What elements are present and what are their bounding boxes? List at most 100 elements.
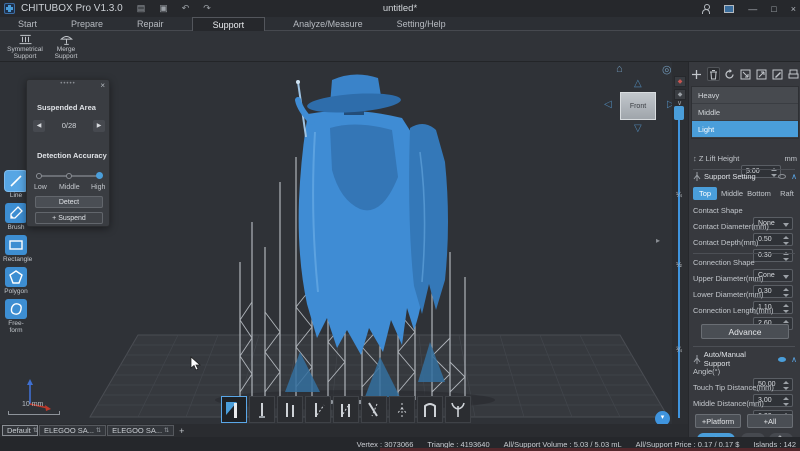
symmetrical-support-button[interactable]: Symmetrical Support bbox=[2, 32, 48, 61]
preset-heavy[interactable]: Heavy bbox=[692, 87, 798, 104]
detect-button[interactable]: Detect bbox=[35, 196, 103, 208]
tool-label: Brush bbox=[3, 224, 29, 231]
advance-button[interactable]: Advance bbox=[701, 324, 789, 339]
tab-bottom[interactable]: Bottom bbox=[745, 187, 773, 200]
printer-tab[interactable]: ELEGOO SA...⇅ bbox=[107, 425, 174, 436]
axis-gizmo bbox=[12, 378, 56, 414]
clip-slider-handle[interactable] bbox=[674, 106, 684, 120]
tab-analyze-measure[interactable]: Analyze/Measure bbox=[287, 17, 369, 31]
merge-support-button[interactable]: Merge Support bbox=[48, 32, 84, 61]
support-preset-thumbnail[interactable] bbox=[445, 396, 471, 423]
support-preset-thumbnail[interactable] bbox=[305, 396, 331, 423]
tab-repair[interactable]: Repair bbox=[131, 17, 170, 31]
rotate-up-icon[interactable]: △ bbox=[634, 78, 642, 89]
ribbon-button-label: Symmetrical bbox=[7, 46, 43, 53]
support-preset-thumbnail[interactable] bbox=[417, 396, 443, 423]
tab-prepare[interactable]: Prepare bbox=[65, 17, 109, 31]
tool-rectangle[interactable]: Rectangle bbox=[3, 235, 29, 263]
preset-middle[interactable]: Middle bbox=[692, 104, 798, 121]
next-area-button[interactable]: ▶ bbox=[93, 120, 105, 132]
visibility-eye-icon[interactable] bbox=[778, 174, 786, 179]
tool-free-form[interactable]: Free-form bbox=[3, 299, 29, 334]
support-setting-icon bbox=[693, 172, 701, 181]
printer-tab[interactable]: ELEGOO SA...⇅ bbox=[39, 425, 106, 436]
accuracy-stop-middle[interactable] bbox=[66, 173, 72, 179]
ribbon-button-label: Support bbox=[14, 53, 37, 60]
title-bar: CHITUBOX Pro V1.3.0 ▤ ▣ ↶ ↷ untitled* — … bbox=[0, 0, 800, 17]
field-contact-diameter: Contact Diameter(mm) 0.50 bbox=[693, 220, 797, 234]
field-lower-diameter: Lower Diameter(mm) 1.10 bbox=[693, 288, 797, 302]
clip-slider-strip: ◆ ◆ ∨ ¼ ½ ¾ bbox=[672, 62, 688, 425]
accuracy-stop-low[interactable] bbox=[36, 173, 42, 179]
collapse-chevron-icon[interactable]: ∧ bbox=[791, 355, 797, 364]
tab-support[interactable]: Support bbox=[192, 17, 266, 31]
field-connection-shape: Connection Shape Cone bbox=[693, 256, 797, 270]
field-angle: Angle(°) 50.00 bbox=[693, 365, 797, 379]
field-touch-tip-distance: Touch Tip Distance(mm) 3.00 bbox=[693, 381, 797, 395]
support-setting-header[interactable]: Support Setting ∧ bbox=[693, 172, 797, 181]
menu-bar: Start Prepare Repair Support Analyze/Mea… bbox=[0, 17, 800, 31]
z-lift-icon: ↕ bbox=[693, 154, 697, 163]
tab-start[interactable]: Start bbox=[12, 17, 43, 31]
support-preset-thumbnail[interactable] bbox=[249, 396, 275, 423]
accuracy-label-high: High bbox=[91, 184, 105, 191]
free-form-icon bbox=[5, 299, 27, 319]
field-contact-shape: Contact Shape None bbox=[693, 204, 797, 218]
profile-selector[interactable]: Default⇅ bbox=[2, 425, 38, 436]
support-preset-thumbnail[interactable] bbox=[361, 396, 387, 423]
column-icon bbox=[18, 33, 33, 46]
field-connection-length: Connection Length(mm) 2.60 bbox=[693, 304, 797, 318]
redo-icon[interactable]: ↷ bbox=[203, 3, 211, 14]
clipboard-icon[interactable]: ▤ bbox=[137, 3, 146, 14]
close-button[interactable]: × bbox=[791, 4, 796, 14]
home-view-icon[interactable]: ⌂ bbox=[616, 63, 623, 75]
feedback-icon[interactable] bbox=[724, 5, 734, 13]
collapse-chevron-icon[interactable]: ∧ bbox=[791, 172, 797, 181]
support-panel: Heavy Middle Light ↕ Z Lift Height 5.00 … bbox=[688, 62, 800, 437]
rotate-down-icon[interactable]: ▽ bbox=[634, 123, 642, 134]
view-cube[interactable]: Front bbox=[620, 92, 656, 120]
undo-icon[interactable]: ↶ bbox=[182, 3, 190, 14]
fraction-half: ½ bbox=[676, 262, 682, 269]
tool-polygon[interactable]: Polygon bbox=[3, 267, 29, 295]
app-title: CHITUBOX Pro V1.3.0 bbox=[21, 3, 123, 14]
tab-middle[interactable]: Middle bbox=[719, 187, 745, 200]
panel-drag-handle[interactable]: ••••• bbox=[27, 81, 109, 87]
rotate-left-icon[interactable]: ◁ bbox=[604, 99, 612, 110]
add-support-icon[interactable] bbox=[691, 67, 703, 81]
add-all-button[interactable]: +All bbox=[747, 414, 793, 428]
add-printer-tab-button[interactable]: + bbox=[179, 426, 184, 436]
delete-support-icon[interactable] bbox=[707, 67, 720, 81]
support-preset-thumbnail[interactable] bbox=[389, 396, 415, 423]
brush-icon bbox=[5, 203, 27, 223]
import-supports-icon[interactable] bbox=[740, 67, 752, 81]
accuracy-slider[interactable] bbox=[36, 175, 102, 177]
rectangle-icon bbox=[5, 235, 27, 255]
support-preset-thumbnail[interactable] bbox=[221, 396, 247, 423]
maximize-button[interactable]: □ bbox=[771, 4, 776, 14]
tool-label: Rectangle bbox=[3, 256, 29, 263]
panel-expand-handle[interactable]: ▸ bbox=[656, 236, 660, 245]
user-account-icon[interactable] bbox=[702, 4, 710, 13]
fraction-quarter: ¼ bbox=[676, 192, 682, 199]
suspended-area-panel: ••••• × Suspended Area ◀ 0/28 ▶ Detectio… bbox=[26, 79, 110, 227]
save-supports-icon[interactable] bbox=[787, 67, 799, 81]
support-preset-thumbnail[interactable] bbox=[333, 396, 359, 423]
tab-top[interactable]: Top bbox=[693, 187, 717, 200]
accuracy-stop-high[interactable] bbox=[96, 172, 103, 179]
projection-toggle-icon[interactable]: ◎ bbox=[662, 63, 672, 76]
support-preset-thumbnail[interactable] bbox=[277, 396, 303, 423]
export-supports-icon[interactable] bbox=[755, 67, 767, 81]
suspend-button[interactable]: + Suspend bbox=[35, 212, 103, 224]
add-platform-button[interactable]: +Platform bbox=[695, 414, 741, 428]
panel-close-icon[interactable]: × bbox=[100, 81, 105, 90]
save-icon[interactable]: ▣ bbox=[159, 3, 168, 14]
minimize-button[interactable]: — bbox=[748, 4, 757, 14]
preset-light[interactable]: Light bbox=[692, 121, 798, 138]
clip-button-top[interactable]: ◆ bbox=[674, 76, 686, 87]
tab-raft[interactable]: Raft bbox=[777, 187, 797, 200]
tab-setting-help[interactable]: Setting/Help bbox=[391, 17, 452, 31]
edit-supports-icon[interactable] bbox=[771, 67, 783, 81]
refresh-supports-icon[interactable] bbox=[724, 67, 736, 81]
visibility-eye-icon[interactable] bbox=[778, 357, 786, 362]
